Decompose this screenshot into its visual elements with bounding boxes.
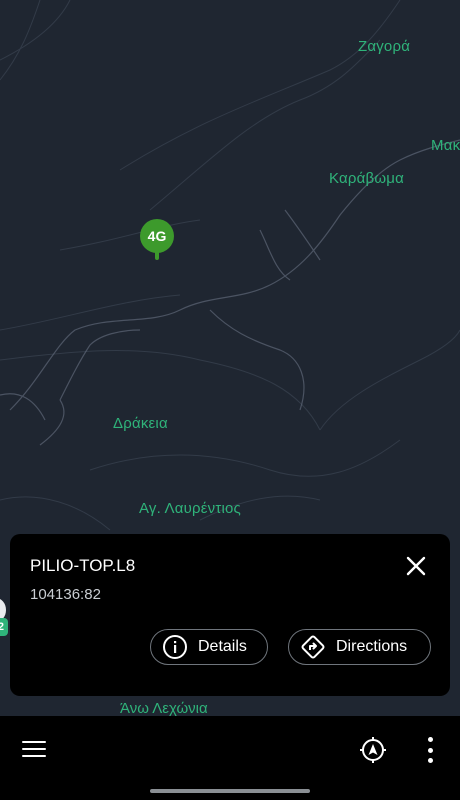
place-label-zagora: Ζαγορά bbox=[358, 38, 411, 55]
details-button[interactable]: Details bbox=[150, 629, 268, 665]
marker-stem bbox=[155, 251, 159, 260]
info-icon bbox=[162, 634, 188, 660]
more-vertical-icon[interactable] bbox=[424, 737, 436, 763]
site-info-card: PILIO-TOP.L8 104136:82 Details Direction… bbox=[10, 534, 450, 696]
menu-icon[interactable] bbox=[22, 741, 46, 761]
place-label-drakeia: Δράκεια bbox=[113, 415, 168, 432]
cluster-marker[interactable]: 2 bbox=[0, 598, 8, 638]
cluster-count-badge: 2 bbox=[0, 618, 8, 636]
site-id: 104136:82 bbox=[30, 586, 101, 603]
directions-label: Directions bbox=[336, 638, 408, 655]
home-indicator[interactable] bbox=[150, 789, 310, 793]
details-label: Details bbox=[198, 638, 247, 655]
place-label-ag-lavrentios: Αγ. Λαυρέντιος bbox=[139, 500, 241, 517]
directions-button[interactable]: Directions bbox=[288, 629, 431, 665]
bottom-bar bbox=[0, 716, 460, 800]
directions-icon bbox=[300, 634, 326, 660]
place-label-karavoma: Καράβωμα bbox=[329, 170, 404, 187]
place-label-mak: Μακ bbox=[431, 137, 460, 154]
navigation-locate-icon[interactable] bbox=[359, 736, 387, 764]
place-label-ano-lechonia: Άνω Λεχώνια bbox=[120, 700, 208, 716]
close-icon[interactable] bbox=[404, 554, 428, 578]
site-title: PILIO-TOP.L8 bbox=[30, 556, 136, 575]
network-marker-4g[interactable]: 4G bbox=[140, 219, 174, 261]
marker-label: 4G bbox=[140, 219, 174, 253]
